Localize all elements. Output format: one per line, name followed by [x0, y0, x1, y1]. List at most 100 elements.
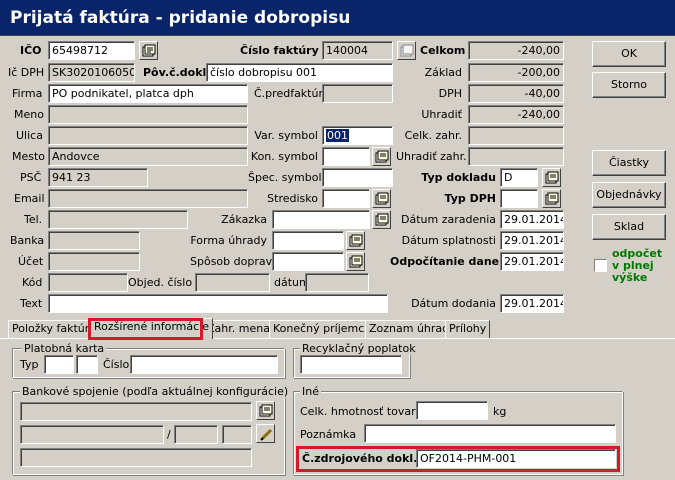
objednavky-button[interactable]: Objednávky: [592, 182, 666, 208]
tab-konecny-prijemca[interactable]: Konečný príjemca: [269, 320, 376, 338]
typ-dph-label: Typ DPH: [444, 192, 496, 205]
typ-dph-input[interactable]: [500, 189, 538, 208]
tab-polozky-faktury[interactable]: Položky faktúry: [8, 320, 100, 338]
karta-cislo-input[interactable]: [130, 355, 278, 374]
typ-dokladu-input[interactable]: D: [500, 168, 538, 187]
uhradit-value: -240,00: [468, 105, 564, 124]
icdph-label: Ič DPH: [8, 66, 45, 79]
datum-dodania-input[interactable]: 29.01.2014: [500, 294, 564, 313]
tab-zahr-mena[interactable]: Zahr. mena: [203, 320, 274, 338]
ico-input[interactable]: 65498712: [48, 41, 135, 60]
typ-label: Typ: [20, 358, 39, 371]
window-title: Prijatá faktúra - pridanie dobropisu: [0, 0, 675, 36]
typ-dokladu-label: Typ dokladu: [421, 171, 496, 184]
kod-input[interactable]: [48, 273, 128, 292]
ok-button[interactable]: OK: [592, 41, 666, 67]
bank-name-field: [20, 402, 252, 421]
zdroj-input[interactable]: OF2014-PHM-001: [416, 449, 616, 468]
spec-symbol-input[interactable]: [322, 168, 393, 187]
platobna-karta-title: Platobná karta: [22, 342, 107, 355]
stredisko-label: Stredisko: [267, 192, 318, 205]
psc-label: PSČ: [20, 171, 42, 184]
povcdokl-input[interactable]: číslo dobropisu 001: [206, 63, 393, 82]
uhradit-zahr-label: Uhradiť zahr.: [396, 150, 467, 163]
bank-iban-field: [20, 448, 252, 467]
uhradit-zahr-value: [468, 147, 564, 166]
forma-uhrady-lookup-button[interactable]: [346, 231, 365, 250]
obj-datum-input[interactable]: [305, 273, 369, 292]
obj-cislo-input[interactable]: [195, 273, 270, 292]
celk-zahr-value: [468, 126, 564, 145]
odpocitanie-dane-input[interactable]: 29.01.2014: [500, 252, 564, 271]
ine-title: Iné: [300, 385, 321, 398]
banka-label: Banka: [10, 234, 45, 247]
firma-label: Firma: [12, 87, 43, 100]
ulica-input[interactable]: [48, 126, 248, 145]
pencil-edit-button[interactable]: [256, 424, 275, 443]
tel-label: Tel.: [24, 213, 43, 226]
ciastky-button[interactable]: Čiastky: [592, 150, 666, 176]
zdroj-label: Č.zdrojového dokl.: [302, 452, 418, 465]
ucet-label: Účet: [18, 255, 44, 268]
ico-lookup-button[interactable]: [139, 41, 158, 60]
icdph-input[interactable]: SK3020106050: [48, 63, 135, 82]
zaklad-label: Základ: [424, 66, 462, 79]
datum-zaradenia-label: Dátum zaradenia: [400, 213, 496, 226]
stredisko-input[interactable]: [322, 189, 370, 208]
cpredfaktury-input[interactable]: [322, 84, 393, 103]
tab-prilohy[interactable]: Prílohy: [445, 320, 491, 338]
celk-zahr-label: Celk. zahr.: [404, 129, 462, 142]
psc-input[interactable]: 941 23: [48, 168, 148, 187]
var-symbol-input[interactable]: 001: [322, 126, 393, 145]
povcdokl-label: Pôv.č.dokl.: [143, 66, 211, 79]
karta-typ-dropdown[interactable]: [76, 355, 98, 374]
recyklacny-input[interactable]: [300, 355, 402, 374]
bank-lookup-button[interactable]: [256, 401, 275, 420]
storno-button[interactable]: Storno: [592, 72, 666, 98]
text-label: Text: [20, 297, 43, 310]
var-symbol-label: Var. symbol: [254, 129, 318, 142]
banka-input[interactable]: [48, 231, 140, 250]
zakazka-lookup-button[interactable]: [372, 210, 391, 229]
sposob-dopravy-input[interactable]: [272, 252, 344, 271]
typ-dokladu-lookup-button[interactable]: [542, 168, 561, 187]
forma-uhrady-input[interactable]: [272, 231, 344, 250]
tab-zoznam-uhrad[interactable]: Zoznam úhrad: [365, 320, 454, 338]
meno-input[interactable]: [48, 105, 248, 124]
cpredfaktury-label: Č.predfaktúry: [254, 87, 330, 100]
odpocet-checkbox[interactable]: [594, 259, 607, 272]
cislo-faktury-label: Číslo faktúry: [240, 44, 319, 57]
spec-symbol-label: Špec. symbol: [248, 171, 322, 184]
firma-input[interactable]: PO podnikatel, platca dph: [48, 84, 248, 103]
datum-zaradenia-input[interactable]: 29.01.2014: [500, 210, 564, 229]
karta-typ-input[interactable]: [44, 355, 74, 374]
kon-symbol-input[interactable]: [322, 147, 370, 166]
odpocet-label: odpočet v plnej výške: [612, 247, 663, 284]
poznamka-input[interactable]: [364, 424, 616, 443]
sklad-button[interactable]: Sklad: [592, 214, 666, 240]
kon-symbol-label: Kon. symbol: [250, 150, 318, 163]
mesto-input[interactable]: Andovce: [48, 147, 248, 166]
account-slash: /: [167, 428, 171, 441]
hmotnost-input[interactable]: [416, 401, 488, 420]
kod-label: Kód: [22, 276, 43, 289]
zakazka-input[interactable]: [272, 210, 370, 229]
typ-dph-lookup-button[interactable]: [542, 189, 561, 208]
hmotnost-label: Celk. hmotnosť tovaru: [300, 405, 423, 418]
datum-splatnosti-label: Dátum splatnosti: [401, 234, 496, 247]
kon-symbol-lookup-button[interactable]: [372, 147, 391, 166]
bank-extra-field: [222, 425, 252, 444]
email-input[interactable]: [48, 189, 248, 208]
cislo-faktury-lookup-button[interactable]: [397, 41, 416, 60]
ucet-input[interactable]: [48, 252, 140, 271]
celkom-value: -240,00: [468, 41, 564, 60]
stredisko-lookup-button[interactable]: [372, 189, 391, 208]
mesto-label: Mesto: [12, 150, 46, 163]
tel-input[interactable]: [48, 210, 188, 229]
text-input[interactable]: [48, 294, 388, 313]
cislo-label: Číslo: [103, 358, 130, 371]
cislo-faktury-input[interactable]: 140004: [322, 41, 393, 60]
sposob-dopravy-lookup-button[interactable]: [346, 252, 365, 271]
celkom-label: Celkom: [420, 44, 466, 57]
datum-splatnosti-input[interactable]: 29.01.2014: [500, 231, 564, 250]
